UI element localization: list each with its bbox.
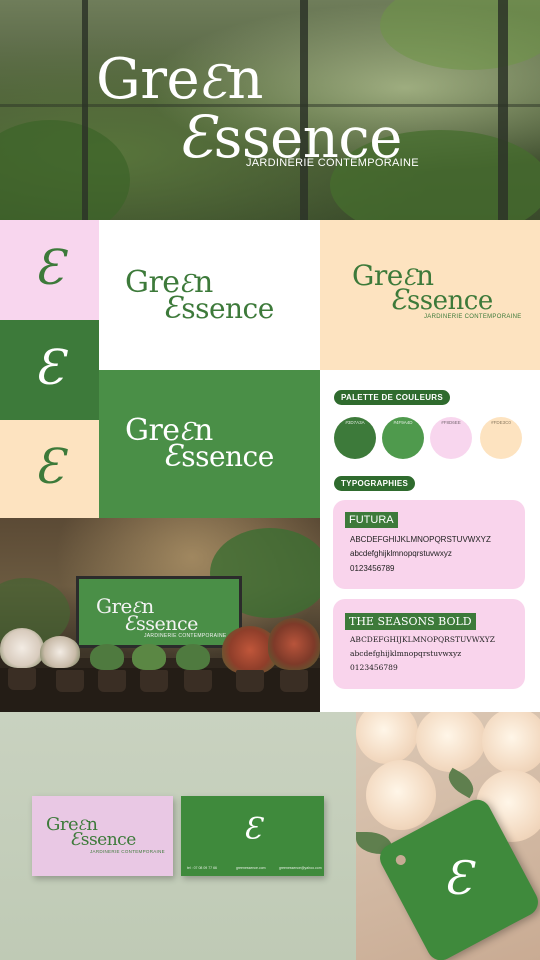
green-plant: [132, 644, 166, 670]
brand-guide-panel: PALETTE DE COULEURS #3D7A3A #4F9A4D #F8D…: [320, 370, 540, 712]
typography-heading: TYPOGRAPHIES: [334, 476, 416, 491]
foliage-shape: [380, 0, 540, 70]
logo-e-icon: Ɛ: [124, 611, 136, 635]
monogram-e-icon: Ɛ: [34, 339, 65, 396]
plant-pot: [184, 670, 212, 692]
logo-e-icon: Ɛ: [163, 439, 182, 474]
logo-word-ssence: ssence: [135, 613, 198, 635]
card-website: greenessence.com: [236, 866, 266, 870]
font-sample-uppercase: ABCDEFGHIJKLMNOPQRSTUVWXYZ: [350, 635, 495, 644]
green-plant: [90, 644, 124, 670]
logo-word-ssence: ssence: [181, 292, 274, 325]
monogram-e-icon: Ɛ: [443, 851, 473, 906]
typography-card-seasons: THE SEASONS BOLD ABCDEFGHIJKLMNOPQRSTUVW…: [333, 599, 525, 689]
market-sign-photo: GreƐn Ɛssence JARDINERIE CONTEMPORAINE: [0, 518, 320, 712]
card-phone: tel : 07 08 09 77 66: [187, 866, 217, 870]
plant-pot: [8, 668, 36, 690]
font-sample-lowercase: abcdefghijklmnopqrstuvwxyz: [350, 549, 452, 558]
green-plant: [176, 644, 210, 670]
logo-tagline: JARDINERIE CONTEMPORAINE: [246, 157, 419, 169]
plant-pot: [236, 670, 264, 692]
monogram-e-icon: Ɛ: [34, 438, 65, 495]
flower-plant: [40, 636, 80, 668]
rose-flower: [416, 712, 486, 772]
logo-e-icon: Ɛ: [70, 829, 81, 850]
card-email: greenessence@yahoo.com: [279, 866, 322, 870]
logo-e-icon: Ɛ: [178, 103, 214, 171]
window-frame: [498, 0, 508, 220]
logo-panel-white: GreƐn Ɛssence: [99, 220, 320, 370]
logo-word-ssence: ssence: [181, 440, 274, 473]
palette-swatch-1: #3D7A3A: [334, 417, 376, 459]
swatch-hex-label: #3D7A3A: [345, 420, 365, 425]
logo-tagline: JARDINERIE CONTEMPORAINE: [144, 633, 227, 639]
logo-e-icon: Ɛ: [199, 55, 228, 109]
typography-card-futura: FUTURA ABCDEFGHIJKLMNOPQRSTUVWXYZ abcdef…: [333, 500, 525, 589]
monogram-e-icon: Ɛ: [34, 239, 65, 296]
plant-pot: [98, 670, 126, 692]
roses-tag-photo: Ɛ: [356, 712, 540, 960]
palette-swatch-2: #4F9A4D: [382, 417, 424, 459]
logo-word-ssence: ssence: [406, 286, 493, 316]
monogram-tile-green: Ɛ: [0, 320, 99, 420]
business-cards-photo: GreƐn Ɛssence JARDINERIE CONTEMPORAINE Ɛ…: [0, 712, 356, 960]
red-leaf-plant: [268, 618, 320, 670]
palette-heading: PALETTE DE COULEURS: [334, 390, 451, 405]
flower-plant: [0, 628, 44, 668]
logo-tagline: JARDINERIE CONTEMPORAINE: [424, 314, 522, 320]
palette-swatch-4: #FDE3C0: [480, 417, 522, 459]
logo-panel-green: GreƐn Ɛssence: [99, 370, 320, 518]
logo-e-icon: Ɛ: [163, 291, 182, 326]
swatch-hex-label: #F8D6EE: [441, 420, 461, 425]
palette-swatch-3: #F8D6EE: [430, 417, 472, 459]
logo-panel-peach: GreƐn Ɛssence JARDINERIE CONTEMPORAINE: [320, 220, 540, 370]
monogram-e-icon: Ɛ: [243, 812, 262, 848]
sign-board: GreƐn Ɛssence JARDINERIE CONTEMPORAINE: [76, 576, 242, 648]
logo-e-icon: Ɛ: [390, 283, 407, 316]
rose-flower: [366, 760, 436, 830]
monogram-tile-peach: Ɛ: [0, 420, 99, 518]
font-sample-digits: 0123456789: [350, 564, 395, 573]
swatch-hex-label: #FDE3C0: [491, 420, 511, 425]
logo-letter-n: n: [227, 47, 263, 112]
window-frame: [82, 0, 88, 220]
font-sample-lowercase: abcdefghijklmnopqrstuvwxyz: [350, 649, 462, 658]
foliage-shape: [0, 120, 130, 220]
business-card-front: GreƐn Ɛssence JARDINERIE CONTEMPORAINE: [32, 796, 173, 876]
rose-flower: [482, 712, 540, 774]
swatch-hex-label: #4F9A4D: [393, 420, 413, 425]
leaf-shape: [443, 767, 479, 799]
plant-pot: [140, 670, 168, 692]
business-card-back: Ɛ tel : 07 08 09 77 66 greenessence.com …: [181, 796, 324, 876]
plant-pot: [280, 670, 308, 692]
font-sample-uppercase: ABCDEFGHIJKLMNOPQRSTUVWXYZ: [350, 535, 491, 544]
logo-tagline: JARDINERIE CONTEMPORAINE: [90, 849, 165, 854]
font-sample-digits: 0123456789: [350, 663, 398, 672]
font-name-chip: THE SEASONS BOLD: [345, 613, 476, 630]
font-name-chip: FUTURA: [345, 512, 398, 528]
hero-greenhouse-photo: GreƐn Ɛssence JARDINERIE CONTEMPORAINE: [0, 0, 540, 220]
logo-word-ssence: ssence: [80, 830, 137, 850]
rose-flower: [356, 712, 418, 764]
monogram-tile-pink: Ɛ: [0, 220, 99, 320]
plant-pot: [56, 670, 84, 692]
